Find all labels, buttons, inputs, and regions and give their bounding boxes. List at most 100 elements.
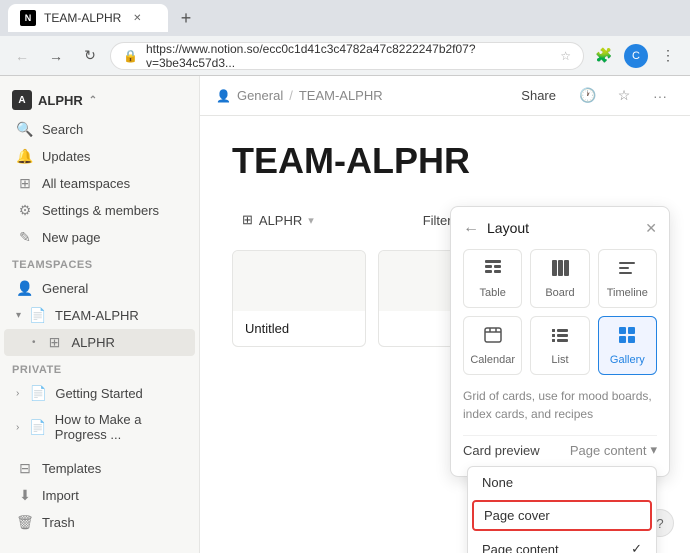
sidebar: A ALPHR ⌃ 🔍 Search 🔔 Updates ⊞ All teams… bbox=[0, 76, 200, 553]
layout-option-calendar[interactable]: Calendar bbox=[463, 316, 522, 375]
layout-option-table[interactable]: Table bbox=[463, 249, 522, 308]
sidebar-item-trash[interactable]: 🗑 Trash bbox=[4, 509, 195, 536]
tab-favicon: N bbox=[20, 10, 36, 26]
sidebar-item-templates[interactable]: ⊟ Templates bbox=[4, 455, 195, 482]
layout-description: Grid of cards, use for mood boards, inde… bbox=[463, 387, 657, 423]
dropdown-item-page-content[interactable]: Page content ✓ bbox=[468, 533, 656, 553]
dropdown-page-content-label: Page content bbox=[482, 542, 559, 553]
page-title-section: TEAM-ALPHR bbox=[200, 116, 690, 198]
expand-icon: ▾ bbox=[16, 310, 21, 321]
new-tab-button[interactable]: + bbox=[172, 4, 200, 32]
sidebar-getting-started-label: Getting Started bbox=[55, 386, 142, 401]
breadcrumb-part1: General bbox=[237, 88, 283, 103]
getting-started-icon: 📄 bbox=[29, 385, 47, 402]
layout-panel: ← Layout ✕ Table bbox=[450, 206, 670, 477]
db-source-arrow: ▾ bbox=[308, 214, 314, 227]
browser-titlebar: N TEAM-ALPHR ✕ + bbox=[0, 0, 690, 36]
sidebar-item-settings[interactable]: ⚙ Settings & members bbox=[4, 197, 195, 224]
sidebar-trash-label: Trash bbox=[42, 515, 75, 530]
reload-button[interactable]: ↻ bbox=[76, 42, 104, 70]
db-source-label: ALPHR bbox=[259, 213, 302, 228]
sidebar-item-alphr[interactable]: • ⊞ ALPHR bbox=[4, 329, 195, 356]
calendar-layout-label: Calendar bbox=[470, 354, 515, 366]
sidebar-import-label: Import bbox=[42, 488, 79, 503]
settings-icon: ⚙ bbox=[16, 202, 34, 219]
app-container: A ALPHR ⌃ 🔍 Search 🔔 Updates ⊞ All teams… bbox=[0, 76, 690, 553]
dropdown-none-label: None bbox=[482, 475, 513, 490]
workspace-icon: A bbox=[12, 90, 32, 110]
sidebar-item-team-alphr[interactable]: ▾ 📄 TEAM-ALPHR bbox=[4, 302, 195, 329]
how-to-icon: 📄 bbox=[29, 419, 46, 436]
chevron-right-getting-started: › bbox=[16, 388, 19, 399]
layout-option-gallery[interactable]: Gallery bbox=[598, 316, 657, 375]
dot-icon: • bbox=[32, 337, 36, 348]
share-button[interactable]: Share bbox=[511, 84, 566, 107]
dropdown-check-icon: ✓ bbox=[631, 541, 642, 553]
tab-title: TEAM-ALPHR bbox=[44, 11, 121, 25]
layout-option-board[interactable]: Board bbox=[530, 249, 589, 308]
browser-menu-icon[interactable]: ⋮ bbox=[654, 42, 682, 70]
sidebar-item-all-teamspaces[interactable]: ⊞ All teamspaces bbox=[4, 170, 195, 197]
address-bar[interactable]: 🔒 https://www.notion.so/ecc0c1d41c3c4782… bbox=[110, 42, 584, 70]
breadcrumb-general-icon: 👤 bbox=[216, 89, 231, 103]
timeline-layout-label: Timeline bbox=[607, 287, 648, 299]
gallery-card-1[interactable]: Untitled bbox=[232, 250, 366, 347]
card-preview-setting[interactable]: Card preview Page content ▾ bbox=[463, 435, 657, 464]
profile-icon[interactable]: C bbox=[624, 44, 648, 68]
trash-icon: 🗑 bbox=[16, 514, 34, 531]
layout-option-timeline[interactable]: Timeline bbox=[598, 249, 657, 308]
sidebar-new-page-label: New page bbox=[42, 230, 101, 245]
back-button[interactable]: ← bbox=[8, 42, 36, 70]
workspace-name: ALPHR bbox=[38, 93, 83, 108]
dropdown-item-none[interactable]: None bbox=[468, 467, 656, 498]
card-preview-arrow: ▾ bbox=[650, 442, 657, 458]
table-layout-label: Table bbox=[480, 287, 506, 299]
import-icon: ⬇ bbox=[16, 487, 34, 504]
chevron-right-how-to: › bbox=[16, 422, 19, 433]
history-button[interactable]: 🕐 bbox=[574, 82, 602, 110]
board-layout-label: Board bbox=[545, 287, 574, 299]
layout-panel-close-button[interactable]: ✕ bbox=[645, 220, 657, 237]
breadcrumb-part2: TEAM-ALPHR bbox=[299, 88, 383, 103]
favorite-button[interactable]: ☆ bbox=[610, 82, 638, 110]
forward-button[interactable]: → bbox=[42, 42, 70, 70]
sidebar-settings-label: Settings & members bbox=[42, 203, 159, 218]
alphr-db-icon: ⊞ bbox=[46, 334, 64, 351]
timeline-layout-icon bbox=[617, 258, 637, 283]
breadcrumb: 👤 General / TEAM-ALPHR bbox=[216, 88, 383, 103]
db-source-button[interactable]: ⊞ ALPHR ▾ bbox=[232, 208, 324, 232]
sidebar-item-new-page[interactable]: ✎ New page bbox=[4, 224, 195, 251]
extensions-icon[interactable]: 🧩 bbox=[590, 42, 618, 70]
page-area: TEAM-ALPHR ⊞ ALPHR ▾ Filter Sort 🔍 ··· bbox=[200, 116, 690, 553]
sidebar-item-getting-started[interactable]: › 📄 Getting Started bbox=[4, 380, 195, 407]
workspace-chevron: ⌃ bbox=[89, 95, 97, 106]
gallery-layout-label: Gallery bbox=[610, 354, 645, 366]
browser-tab[interactable]: N TEAM-ALPHR ✕ bbox=[8, 4, 168, 32]
layout-panel-title: Layout bbox=[487, 220, 645, 236]
gallery-layout-icon bbox=[617, 325, 637, 350]
private-section-label: Private bbox=[0, 356, 199, 380]
list-layout-icon bbox=[550, 325, 570, 350]
sidebar-item-updates[interactable]: 🔔 Updates bbox=[4, 143, 195, 170]
sidebar-item-search[interactable]: 🔍 Search bbox=[4, 116, 195, 143]
templates-icon: ⊟ bbox=[16, 460, 34, 477]
url-display: https://www.notion.so/ecc0c1d41c3c4782a4… bbox=[146, 42, 552, 70]
workspace-header[interactable]: A ALPHR ⌃ bbox=[0, 84, 199, 116]
layout-option-list[interactable]: List bbox=[530, 316, 589, 375]
layout-panel-back-button[interactable]: ← bbox=[463, 219, 479, 237]
card-preview-value: Page content ▾ bbox=[570, 442, 657, 458]
sidebar-item-import[interactable]: ⬇ Import bbox=[4, 482, 195, 509]
page-title: TEAM-ALPHR bbox=[232, 140, 658, 182]
sidebar-how-to-label: How to Make a Progress ... bbox=[55, 412, 183, 442]
teamspaces-section-label: Teamspaces bbox=[0, 251, 199, 275]
dropdown-item-page-cover[interactable]: Page cover bbox=[472, 500, 652, 531]
sidebar-templates-label: Templates bbox=[42, 461, 101, 476]
card-preview-label: Card preview bbox=[463, 443, 540, 458]
sidebar-item-general[interactable]: 👤 General bbox=[4, 275, 195, 302]
more-button[interactable]: ··· bbox=[646, 82, 674, 110]
header-actions: Share 🕐 ☆ ··· bbox=[511, 82, 674, 110]
sidebar-item-how-to-make[interactable]: › 📄 How to Make a Progress ... bbox=[4, 407, 195, 447]
teamspaces-icon: ⊞ bbox=[16, 175, 34, 192]
tab-close-button[interactable]: ✕ bbox=[129, 10, 145, 26]
browser-toolbar-icons: 🧩 C ⋮ bbox=[590, 42, 682, 70]
